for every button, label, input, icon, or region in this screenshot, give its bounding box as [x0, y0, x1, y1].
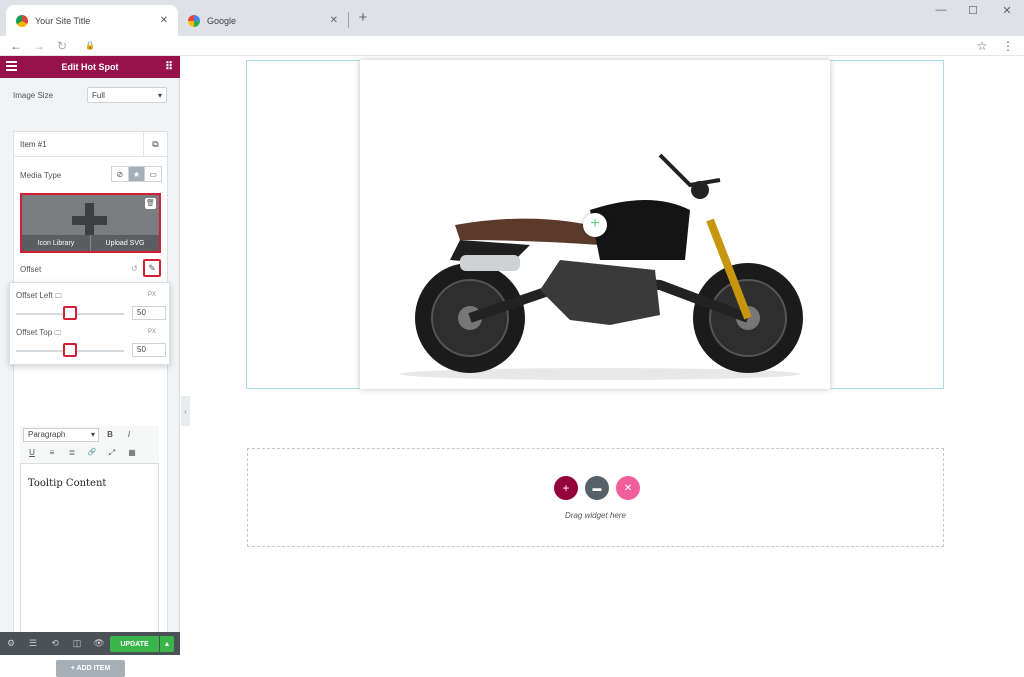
image-size-value: Full [92, 90, 105, 100]
browser-menu-icon[interactable]: ⋮ [1000, 38, 1016, 54]
offset-left-label: Offset Left 🖵 [16, 291, 62, 300]
panel-footer: ⚙ ☰ ⟲ ◫ 👁 UPDATE ▲ [0, 632, 180, 655]
forward-icon[interactable]: → [31, 38, 47, 54]
google-favicon-icon [188, 14, 200, 27]
media-type-toggle: ⊘ ★ ▭ [111, 166, 162, 182]
window-close-icon[interactable]: ✕ [996, 4, 1018, 17]
history-icon[interactable]: ⟲ [44, 638, 66, 649]
offset-top-label: Offset Top 🖵 [16, 328, 62, 337]
reset-icon[interactable]: ↺ [131, 264, 138, 273]
numbered-list-icon[interactable]: ≣ [66, 448, 78, 457]
duplicate-icon[interactable]: ⧉ [143, 132, 167, 156]
icon-picker[interactable]: 🗑 Icon Library Upload SVG [20, 193, 161, 253]
lock-icon: 🔒 [85, 41, 95, 50]
back-icon[interactable]: ← [8, 38, 24, 54]
media-none-icon[interactable]: ⊘ [112, 167, 129, 181]
hamburger-menu-icon[interactable] [6, 61, 17, 71]
template-library-icon[interactable]: ▬ [585, 476, 609, 500]
tab-title: Google [207, 15, 237, 26]
tab-close-icon[interactable]: ✕ [330, 15, 338, 26]
add-item-button[interactable]: + ADD ITEM [56, 660, 125, 677]
upload-svg-button[interactable]: Upload SVG [91, 235, 159, 251]
hotspot-marker[interactable]: + [583, 213, 607, 237]
offset-top-input[interactable]: 50 [132, 343, 166, 357]
widgets-grid-icon[interactable]: ⠿ [165, 60, 173, 73]
settings-icon[interactable]: ⚙ [0, 638, 22, 649]
media-image-icon[interactable]: ▭ [145, 167, 161, 181]
icon-picker-actions: Icon Library Upload SVG [22, 235, 159, 251]
browser-toolbar: ← → ↻ 🔒 ☆ ⋮ [0, 36, 1024, 56]
offset-left-unit[interactable]: PX [148, 292, 156, 298]
tab-google[interactable]: Google ✕ [178, 5, 348, 36]
format-select[interactable]: Paragraph ▾ [23, 428, 99, 442]
chrome-favicon-icon [16, 14, 28, 27]
offset-label: Offset [20, 265, 42, 274]
image-size-select[interactable]: Full ▾ [87, 87, 167, 103]
responsive-icon[interactable]: ◫ [66, 638, 88, 649]
link-icon[interactable]: 🔗 [86, 448, 98, 456]
tab-close-icon[interactable]: ✕ [160, 15, 168, 26]
toolbar-toggle-icon[interactable]: ▦ [126, 448, 138, 457]
item-title: Item #1 [20, 139, 47, 149]
bold-icon[interactable]: B [104, 430, 116, 439]
bookmark-star-icon[interactable]: ☆ [974, 38, 990, 54]
navigator-icon[interactable]: ☰ [22, 638, 44, 649]
media-type-label: Media Type [20, 171, 62, 180]
bullet-list-icon[interactable]: ≡ [46, 448, 58, 457]
tab-your-site-title[interactable]: Your Site Title ✕ [6, 5, 178, 36]
pencil-icon: ✎ [148, 262, 156, 273]
update-button[interactable]: UPDATE [110, 636, 159, 652]
browser-tab-bar: Your Site Title ✕ Google ✕ + — ☐ ✕ [0, 0, 1024, 36]
tab-title: Your Site Title [35, 15, 91, 26]
tooltip-content-editor[interactable]: Tooltip Content [20, 464, 159, 644]
envato-kit-icon[interactable]: ✕ [616, 476, 640, 500]
update-options-icon[interactable]: ▲ [160, 636, 174, 652]
chevron-down-icon: ▾ [90, 430, 95, 439]
minimize-icon[interactable]: — [930, 4, 952, 16]
icon-library-button[interactable]: Icon Library [22, 235, 91, 251]
new-tab-icon[interactable]: + [355, 9, 371, 26]
fullscreen-icon[interactable]: ⤢ [106, 448, 118, 458]
offset-left-handle[interactable] [63, 306, 77, 320]
media-icon-icon[interactable]: ★ [128, 167, 146, 181]
panel-title: Edit Hot Spot [61, 62, 119, 72]
plus-icon-bar [72, 216, 107, 225]
panel-header: Edit Hot Spot ⠿ [0, 56, 180, 78]
reload-icon[interactable]: ↻ [54, 38, 70, 54]
collapse-panel-handle[interactable]: ‹ [181, 396, 190, 426]
add-section-icon[interactable]: + [554, 476, 578, 500]
offset-top-unit[interactable]: PX [148, 329, 156, 335]
repeater-item-header[interactable]: Item #1 ⧉ [14, 132, 167, 157]
image-size-label: Image Size [13, 91, 54, 100]
preview-icon[interactable]: 👁 [88, 638, 110, 649]
chevron-down-icon: ▾ [157, 90, 162, 100]
tab-divider [348, 12, 349, 28]
italic-icon[interactable]: I [123, 430, 135, 439]
trash-icon[interactable]: 🗑 [145, 198, 156, 209]
drop-hint: Drag widget here [565, 511, 626, 520]
tooltip-content-text: Tooltip Content [28, 478, 107, 489]
format-value: Paragraph [28, 430, 66, 439]
offset-top-handle[interactable] [63, 343, 77, 357]
offset-popover: Offset Left 🖵 PX 50 Offset Top 🖵 PX 50 [9, 282, 170, 365]
offset-edit-button[interactable]: ✎ [143, 259, 161, 277]
underline-icon[interactable]: U [26, 448, 38, 457]
maximize-icon[interactable]: ☐ [962, 4, 984, 17]
offset-left-input[interactable]: 50 [132, 306, 166, 320]
wysiwyg-toolbar: Paragraph ▾ B I U ≡ ≣ 🔗 ⤢ ▦ [20, 426, 159, 464]
